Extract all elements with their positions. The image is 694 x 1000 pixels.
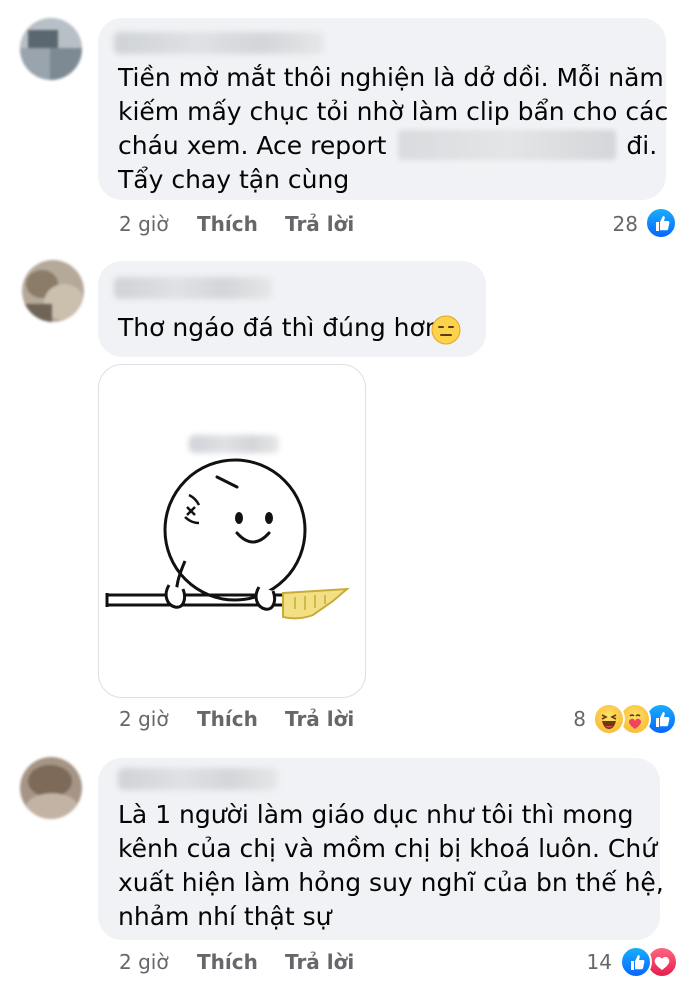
reply-button[interactable]: Trả lời [285, 707, 354, 731]
sticker[interactable] [98, 364, 366, 698]
reply-button[interactable]: Trả lời [285, 950, 354, 974]
reaction-count[interactable]: 28 [600, 212, 638, 236]
comment-text-line: Tẩy chay tận cùng [118, 165, 350, 194]
avatar[interactable] [22, 260, 84, 322]
comment-time[interactable]: 2 giờ [119, 212, 169, 236]
comment-text-line: xuất hiện làm hỏng suy nghĩ của bn thế h… [118, 868, 664, 897]
comment-bubble: Thơ ngáo đá thì đúng hơn [98, 261, 486, 357]
comment-actions: 2 giờ Thích Trả lời [119, 212, 379, 238]
comment-bubble: Tiền mờ mắt thôi nghiện là dở dồi. Mỗi n… [98, 18, 669, 200]
comment-time[interactable]: 2 giờ [119, 707, 169, 731]
haha-icon [593, 703, 625, 735]
comment-actions: 2 giờ Thích Trả lời [119, 707, 379, 733]
comment-text-line: nhảm nhí thật sự [118, 902, 332, 931]
reaction-count[interactable]: 8 [560, 707, 586, 731]
comment-text-line: kiếm mấy chục tỏi nhờ làm clip bẩn cho c… [118, 97, 669, 126]
comment-bubble: Là 1 người làm giáo dục như tôi thì mong… [98, 758, 664, 940]
comment-text-fragment: đi. [626, 131, 658, 160]
comment-text-line: cháu xem. Ace report đi. [118, 129, 657, 163]
expressionless-emoji-icon [431, 315, 461, 345]
reaction-count[interactable]: 14 [582, 950, 612, 974]
author-name-redacted[interactable] [118, 768, 278, 790]
avatar[interactable] [20, 18, 82, 80]
comment-text-line: Thơ ngáo đá thì đúng hơn [118, 311, 441, 345]
author-name-redacted[interactable] [114, 32, 324, 54]
like-icon [645, 207, 677, 239]
author-name-redacted[interactable] [114, 277, 272, 299]
like-icon [620, 946, 652, 978]
like-button[interactable]: Thích [197, 707, 258, 731]
redacted-channel-name [398, 130, 617, 160]
comment-text-fragment: cháu xem. Ace report [118, 131, 387, 160]
comment-text-fragment: Thơ ngáo đá thì đúng hơn [118, 313, 441, 342]
avatar[interactable] [20, 757, 82, 819]
comment-text-line: kênh của chị và mồm chị bị khoá luôn. Ch… [118, 834, 658, 863]
comment-text-line: Là 1 người làm giáo dục như tôi thì mong [118, 800, 634, 829]
like-button[interactable]: Thích [197, 212, 258, 236]
like-button[interactable]: Thích [197, 950, 258, 974]
comment-text-line: Tiền mờ mắt thôi nghiện là dở dồi. Mỗi n… [118, 63, 664, 92]
reply-button[interactable]: Trả lời [285, 212, 354, 236]
comment-time[interactable]: 2 giờ [119, 950, 169, 974]
sticker-drawing [105, 458, 350, 620]
comment-actions: 2 giờ Thích Trả lời [119, 950, 379, 976]
